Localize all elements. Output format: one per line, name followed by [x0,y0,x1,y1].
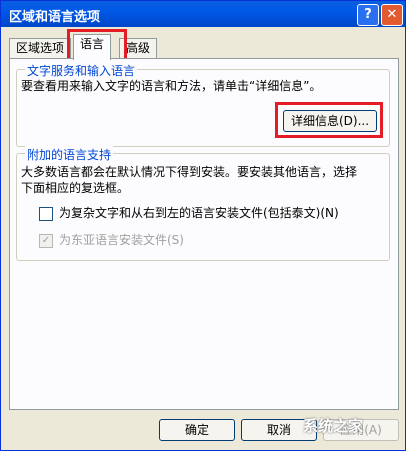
tab-languages[interactable]: 语言 [73,34,112,60]
tab-regional-options[interactable]: 区域选项 [9,38,72,59]
title-bar[interactable]: 区域和语言选项 ? ✕ [1,1,405,27]
text-services-description: 要查看用来输入文字的语言和方法，请单击“详细信息”。 [21,79,322,93]
complex-script-checkbox[interactable] [39,207,53,221]
close-button[interactable]: ✕ [381,4,403,26]
details-highlight-box [275,102,383,138]
supplemental-legend: 附加的语言支持 [25,146,114,163]
ok-button[interactable]: 确定 [159,419,235,441]
supplemental-description-line2: 下面相应的复选框。 [21,181,130,195]
watermark-logo: 系统之家 [303,417,364,435]
east-asian-label[interactable]: 为东亚语言安装文件(S) [59,232,184,248]
window-title: 区域和语言选项 [9,10,101,25]
languages-panel: 文字服务和输入语言 要查看用来输入文字的语言和方法，请单击“详细信息”。 详细信… [9,58,399,410]
dialog-window: 区域和语言选项 ? ✕ 区域选项 语言 高级 文字服务和输入语言 要查看用来输入… [0,0,406,451]
supplemental-description-line1: 大多数语言都会在默认情况下得到安装。要安装其他语言，选择 [21,165,358,179]
help-button[interactable]: ? [357,4,379,26]
east-asian-checkbox[interactable]: ✓ [39,234,53,248]
text-services-legend: 文字服务和输入语言 [25,62,138,79]
text-services-group: 文字服务和输入语言 要查看用来输入文字的语言和方法，请单击“详细信息”。 详细信… [16,62,390,147]
supplemental-group: 附加的语言支持 大多数语言都会在默认情况下得到安装。要安装其他语言，选择 下面相… [16,146,390,261]
complex-script-label[interactable]: 为复杂文字和从右到左的语言安装文件(包括泰文)(N) [59,205,339,221]
